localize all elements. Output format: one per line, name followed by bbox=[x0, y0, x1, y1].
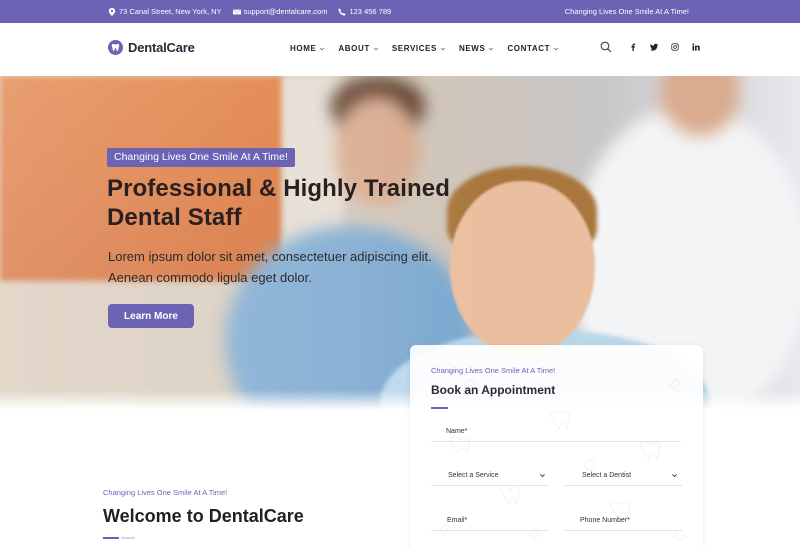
welcome-underline bbox=[103, 537, 119, 539]
address-text: 73 Canal Street, New York, NY bbox=[119, 7, 222, 16]
welcome-title: Welcome to DentalCare bbox=[103, 506, 304, 526]
nav-item-news[interactable]: NEWS bbox=[459, 44, 494, 53]
twitter-icon[interactable] bbox=[649, 43, 658, 52]
contact-info: 73 Canal Street, New York, NY support@de… bbox=[108, 7, 391, 16]
chevron-down-icon bbox=[440, 47, 446, 50]
appointment-form: Changing Lives One Smile At A Time! Book… bbox=[410, 345, 703, 548]
learn-more-button[interactable]: Learn More bbox=[108, 304, 194, 328]
map-pin-icon bbox=[108, 7, 116, 16]
nav-label: HOME bbox=[290, 44, 317, 53]
dentist-select-value: Select a Dentist bbox=[582, 472, 632, 479]
welcome-tagline: Changing Lives One Smile At A Time! bbox=[103, 488, 228, 497]
appointment-tagline: Changing Lives One Smile At A Time! bbox=[431, 366, 556, 375]
header-actions bbox=[600, 41, 700, 53]
tooth-icon bbox=[108, 40, 123, 55]
social-links bbox=[628, 43, 700, 52]
chevron-down-icon bbox=[373, 47, 378, 50]
linkedin-icon[interactable] bbox=[691, 43, 700, 52]
envelope-icon bbox=[232, 9, 241, 14]
service-select[interactable]: Select a Service bbox=[431, 466, 549, 486]
email-text[interactable]: support@dentalcare.com bbox=[244, 7, 328, 16]
nav-label: CONTACT bbox=[507, 44, 551, 53]
phone-icon bbox=[338, 7, 347, 16]
chevron-down-icon bbox=[489, 47, 494, 50]
hero-description: Lorem ipsum dolor sit amet, consectetuer… bbox=[108, 249, 432, 285]
nav-item-services[interactable]: SERVICES bbox=[392, 44, 446, 53]
appointment-title: Book an Appointment bbox=[431, 383, 556, 397]
nav-item-contact[interactable]: CONTACT bbox=[507, 44, 559, 53]
hero-title: Professional & Highly Trained Dental Sta… bbox=[107, 175, 450, 231]
chevron-down-icon bbox=[320, 47, 325, 50]
instagram-icon[interactable] bbox=[670, 43, 679, 52]
phone-item[interactable]: 123 456 789 bbox=[338, 7, 391, 16]
nav-label: ABOUT bbox=[338, 44, 370, 53]
email-field[interactable]: Email* bbox=[431, 511, 549, 531]
chevron-down-icon bbox=[540, 474, 545, 478]
dentist-select[interactable]: Select a Dentist bbox=[565, 466, 682, 486]
main-nav: HOME ABOUT SERVICES NEWS CONTACT bbox=[290, 44, 559, 53]
nav-label: SERVICES bbox=[391, 44, 437, 53]
address-item: 73 Canal Street, New York, NY bbox=[108, 7, 222, 16]
nav-label: NEWS bbox=[458, 44, 486, 53]
site-header: DentalCare HOME ABOUT SERVICES NEWS CONT… bbox=[0, 23, 800, 76]
logo[interactable]: DentalCare bbox=[108, 40, 195, 55]
service-select-value: Select a Service bbox=[448, 472, 499, 479]
name-field[interactable]: Name* bbox=[431, 422, 681, 442]
email-item[interactable]: support@dentalcare.com bbox=[232, 7, 328, 16]
top-bar: 73 Canal Street, New York, NY support@de… bbox=[0, 0, 800, 23]
chevron-down-icon bbox=[554, 47, 559, 50]
chevron-down-icon bbox=[672, 474, 677, 478]
nav-item-home[interactable]: HOME bbox=[290, 44, 325, 53]
phone-text[interactable]: 123 456 789 bbox=[349, 7, 391, 16]
nav-item-about[interactable]: ABOUT bbox=[338, 44, 378, 53]
hero-badge: Changing Lives One Smile At A Time! bbox=[107, 148, 295, 167]
search-icon[interactable] bbox=[600, 41, 612, 53]
welcome-underline-light bbox=[121, 537, 135, 539]
facebook-icon[interactable] bbox=[628, 43, 637, 52]
title-underline bbox=[431, 407, 448, 409]
topbar-tagline: Changing Lives One Smile At A Time! bbox=[564, 7, 689, 16]
phone-field[interactable]: Phone Number* bbox=[565, 511, 682, 531]
logo-text: DentalCare bbox=[128, 40, 195, 55]
